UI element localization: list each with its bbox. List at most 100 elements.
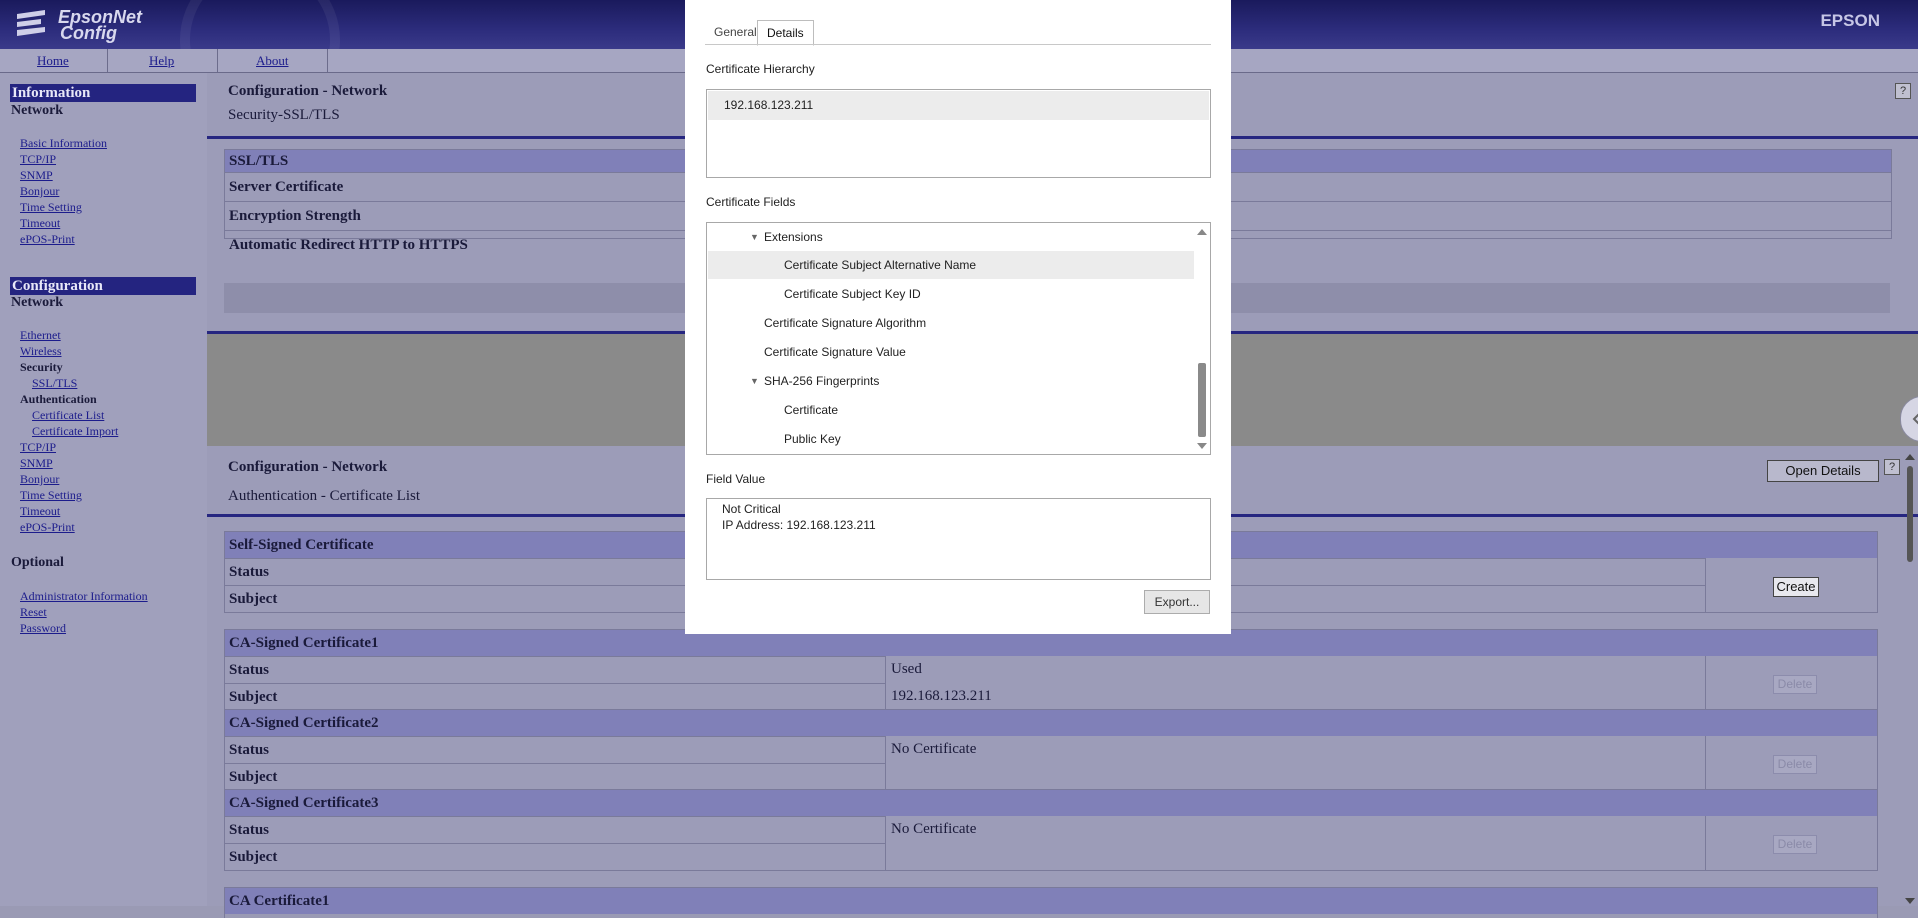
- scroll-down-icon[interactable]: [1195, 441, 1209, 451]
- help-icon[interactable]: ?: [1884, 459, 1900, 475]
- tree-node-signature-value[interactable]: Certificate Signature Value: [708, 338, 1194, 366]
- export-button[interactable]: Export...: [1144, 590, 1210, 614]
- status-label: Status: [225, 656, 885, 683]
- sidebar-link-reset[interactable]: Reset: [20, 605, 47, 620]
- tree-node-label: Certificate Signature Value: [764, 345, 906, 359]
- sidebar-subheading-network: Network: [11, 103, 64, 118]
- expanded-triangle-icon[interactable]: ▼: [750, 223, 759, 251]
- table-header: CA Certificate1: [225, 888, 1877, 914]
- nav-about-link[interactable]: About: [256, 53, 289, 69]
- delete-button[interactable]: Delete: [1773, 755, 1817, 774]
- page-title: Configuration - Network: [228, 83, 388, 99]
- tree-node-signature-algorithm[interactable]: Certificate Signature Algorithm: [708, 309, 1194, 337]
- cell-divider: [885, 736, 886, 790]
- scrollbar-thumb[interactable]: [1907, 466, 1913, 562]
- page-subtitle: Authentication - Certificate List: [228, 488, 421, 504]
- sidebar-link-timeout[interactable]: Timeout: [20, 216, 60, 231]
- cell-divider: [1705, 656, 1706, 710]
- hierarchy-item[interactable]: 192.168.123.211: [708, 91, 1209, 120]
- tree-node-subject-alternative-name[interactable]: Certificate Subject Alternative Name: [708, 251, 1194, 279]
- nav-home-link[interactable]: Home: [37, 53, 69, 69]
- sidebar-link-certificate-import[interactable]: Certificate Import: [32, 424, 118, 439]
- certificate-fields-label: Certificate Fields: [706, 195, 796, 209]
- sidebar-link-basic-information[interactable]: Basic Information: [20, 136, 107, 151]
- sidebar-heading-configuration: Configuration: [10, 277, 196, 295]
- sidebar: Information Network Basic Information TC…: [0, 73, 207, 906]
- subject-value: 192.168.123.211: [891, 688, 992, 704]
- sidebar-link-wireless[interactable]: Wireless: [20, 344, 62, 359]
- delete-button[interactable]: Delete: [1773, 675, 1817, 694]
- sidebar-link-time-setting[interactable]: Time Setting: [20, 488, 82, 503]
- sidebar-heading-optional: Optional: [11, 555, 64, 570]
- delete-button[interactable]: Delete: [1773, 835, 1817, 854]
- status-value: No Certificate: [891, 741, 977, 757]
- tab-divider: [705, 44, 1211, 45]
- nav-divider: [217, 49, 218, 72]
- tree-node-subject-key-id[interactable]: Certificate Subject Key ID: [708, 280, 1194, 308]
- cell-divider: [885, 656, 886, 710]
- page-title: Configuration - Network: [228, 459, 388, 475]
- tree-node-label: Certificate: [784, 403, 839, 417]
- sidebar-link-ssl-tls[interactable]: SSL/TLS: [32, 376, 77, 391]
- sidebar-label-authentication: Authentication: [20, 392, 97, 406]
- tab-details[interactable]: Details: [757, 20, 814, 46]
- sidebar-link-snmp[interactable]: SNMP: [20, 456, 53, 471]
- header-decoration: [180, 0, 340, 49]
- tree-node-label: SHA-256 Fingerprints: [764, 374, 880, 388]
- certificate-hierarchy-list[interactable]: 192.168.123.211: [706, 89, 1211, 178]
- sidebar-link-bonjour[interactable]: Bonjour: [20, 472, 59, 487]
- epsonnet-logo-icon: [17, 10, 45, 36]
- tree-node-sha256-fingerprints[interactable]: ▼ SHA-256 Fingerprints: [708, 367, 1194, 395]
- cell-divider: [1705, 816, 1706, 870]
- subject-label: Subject: [225, 763, 885, 790]
- scroll-up-icon[interactable]: [1195, 227, 1209, 237]
- field-value-box[interactable]: Not Critical IP Address: 192.168.123.211: [706, 498, 1211, 580]
- help-icon[interactable]: ?: [1895, 83, 1911, 99]
- sidebar-link-certificate-list[interactable]: Certificate List: [32, 408, 104, 423]
- tree-node-certificate[interactable]: Certificate: [708, 396, 1194, 424]
- sidebar-link-time-setting[interactable]: Time Setting: [20, 200, 82, 215]
- sidebar-link-snmp[interactable]: SNMP: [20, 168, 53, 183]
- sidebar-link-password[interactable]: Password: [20, 621, 66, 636]
- scrollbar-thumb[interactable]: [1198, 363, 1206, 437]
- cell-divider: [885, 816, 886, 870]
- fields-scrollbar[interactable]: [1195, 224, 1209, 453]
- create-button[interactable]: Create: [1773, 577, 1819, 597]
- sidebar-link-timeout[interactable]: Timeout: [20, 504, 60, 519]
- nav-divider: [107, 49, 108, 72]
- ca-signed-certificate1-table: CA-Signed Certificate1 Status Subject Us…: [224, 629, 1878, 711]
- sidebar-link-tcpip[interactable]: TCP/IP: [20, 440, 56, 455]
- sidebar-subheading-network: Network: [11, 295, 64, 310]
- subject-label: Subject: [225, 843, 885, 870]
- scroll-up-icon[interactable]: [1902, 452, 1918, 462]
- sidebar-link-administrator-information[interactable]: Administrator Information: [20, 589, 148, 604]
- table-header: CA-Signed Certificate3: [225, 790, 1877, 816]
- field-value-line: IP Address: 192.168.123.211: [722, 518, 876, 532]
- sidebar-link-bonjour[interactable]: Bonjour: [20, 184, 59, 199]
- status-value: Used: [891, 661, 922, 677]
- sidebar-link-tcpip[interactable]: TCP/IP: [20, 152, 56, 167]
- tree-node-label: Certificate Signature Algorithm: [764, 316, 927, 330]
- sidebar-link-epos-print[interactable]: ePOS-Print: [20, 232, 75, 247]
- field-value-text: Not Critical IP Address: 192.168.123.211: [722, 501, 876, 533]
- sidebar-link-epos-print[interactable]: ePOS-Print: [20, 520, 75, 535]
- sidebar-heading-information: Information: [10, 84, 196, 102]
- page-scrollbar[interactable]: [1902, 452, 1918, 906]
- scroll-down-icon[interactable]: [1902, 896, 1918, 906]
- open-details-button[interactable]: Open Details: [1767, 460, 1879, 482]
- status-label: Status: [225, 736, 885, 763]
- expanded-triangle-icon[interactable]: ▼: [750, 367, 759, 395]
- tree-node-extensions[interactable]: ▼ Extensions: [708, 223, 1194, 251]
- nav-help-link[interactable]: Help: [149, 53, 174, 69]
- certificate-dialog: General Details Certificate Hierarchy 19…: [685, 0, 1231, 634]
- tree-node-label: Extensions: [764, 230, 823, 244]
- status-value: No Certificate: [891, 821, 977, 837]
- logo-line2: Config: [60, 23, 117, 43]
- tree-node-public-key[interactable]: Public Key: [708, 425, 1194, 453]
- sidebar-link-ethernet[interactable]: Ethernet: [20, 328, 61, 343]
- app-logo-text: EpsonNet Config: [58, 8, 142, 43]
- field-value-line: Not Critical: [722, 502, 781, 516]
- brand-name: EPSON: [1820, 11, 1880, 30]
- page-subtitle: Security-SSL/TLS: [228, 107, 340, 123]
- certificate-fields-tree[interactable]: ▼ Extensions Certificate Subject Alterna…: [706, 222, 1211, 455]
